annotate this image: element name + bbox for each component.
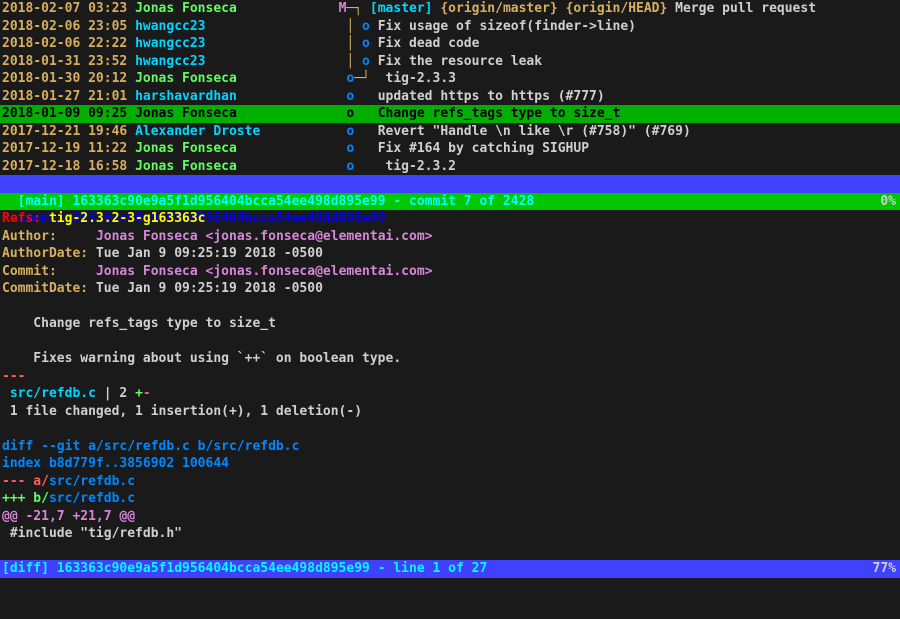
diff-index-line: index b8d779f..3856902 100644 [0, 455, 900, 473]
main-status-bar: [main] 163363c90e9a5f1d956404bcca54ee498… [0, 175, 900, 193]
diff-git-line: diff --git a/src/refdb.c b/src/refdb.c [0, 438, 900, 456]
log-row[interactable]: 2018-02-06 23:05 hwangcc23 │ o Fix usage… [0, 18, 900, 36]
commit-commitdate: CommitDate: Tue Jan 9 09:25:19 2018 -050… [0, 280, 900, 298]
git-log-list[interactable]: 2018-02-07 03:23 Jonas Fonseca M─┐ [mast… [0, 0, 900, 175]
log-row[interactable]: 2017-12-18 16:58 Jonas Fonseca o tig-2.3… [0, 158, 900, 176]
commit-author: Author: Jonas Fonseca <jonas.fonseca@ele… [0, 228, 900, 246]
log-row[interactable]: 2018-01-27 21:01 harshavardhan o updated… [0, 88, 900, 106]
blank [0, 420, 900, 438]
diff-status-bar: [diff] 163363c90e9a5f1d956404bcca54ee498… [0, 560, 900, 578]
commit-committer: Commit: Jonas Fonseca <jonas.fonseca@ele… [0, 263, 900, 281]
diff-context-line: #include "tig/refdb.h" [0, 525, 900, 543]
commit-body: Fixes warning about using `++` on boolea… [0, 350, 900, 368]
log-row[interactable]: 2018-01-30 20:12 Jonas Fonseca o─┘ tig-2… [0, 70, 900, 88]
blank [0, 543, 900, 561]
log-row[interactable]: 2018-02-07 03:23 Jonas Fonseca M─┐ [mast… [0, 0, 900, 18]
log-row[interactable]: 2018-01-09 09:25 Jonas Fonseca o Change … [0, 105, 900, 123]
diff-to-line: +++ b/src/refdb.c [0, 490, 900, 508]
diff-separator: --- [0, 368, 900, 386]
commit-authordate: AuthorDate: Tue Jan 9 09:25:19 2018 -050… [0, 245, 900, 263]
log-row[interactable]: 2017-12-21 19:46 Alexander Droste o Reve… [0, 123, 900, 141]
diff-from-line: --- a/src/refdb.c [0, 473, 900, 491]
commit-subject: Change refs_tags type to size_t [0, 315, 900, 333]
diffstat-summary: 1 file changed, 1 insertion(+), 1 deleti… [0, 403, 900, 421]
diffstat-file: src/refdb.c | 2 +- [0, 385, 900, 403]
log-row[interactable]: 2018-02-06 22:22 hwangcc23 │ o Fix dead … [0, 35, 900, 53]
commit-refs: Refs: tig-2.3.2-3-g163363c [0, 210, 900, 228]
blank [0, 333, 900, 351]
blank [0, 298, 900, 316]
log-row[interactable]: 2017-12-19 11:22 Jonas Fonseca o Fix #16… [0, 140, 900, 158]
diff-hunk-header: @@ -21,7 +21,7 @@ [0, 508, 900, 526]
log-row[interactable]: 2018-01-31 23:52 hwangcc23 │ o Fix the r… [0, 53, 900, 71]
